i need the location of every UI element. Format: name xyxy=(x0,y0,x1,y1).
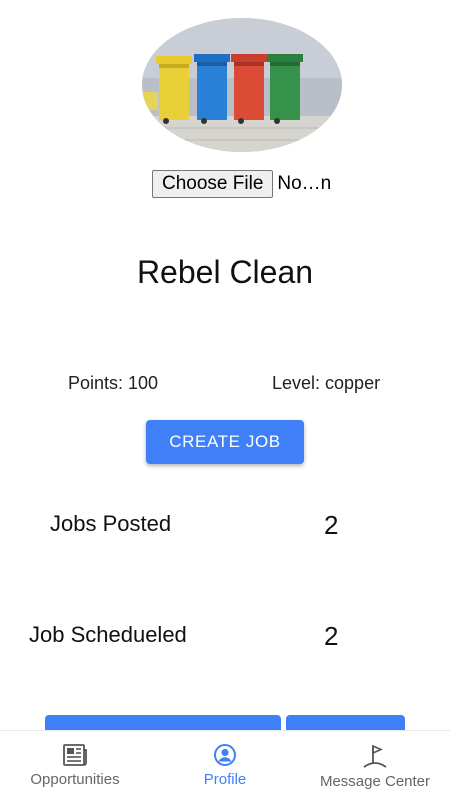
jobs-posted-label: Jobs Posted xyxy=(50,511,172,536)
file-upload: Choose File No…n xyxy=(152,169,331,199)
bottom-navigation: Opportunities Profile Message Center xyxy=(0,730,450,801)
create-job-button[interactable]: CREATE JOB xyxy=(146,420,304,464)
nav-opportunities[interactable]: Opportunities xyxy=(0,731,150,801)
profile-name: Rebel Clean xyxy=(136,254,314,290)
nav-message-center[interactable]: Message Center xyxy=(300,731,450,801)
profile-image xyxy=(142,18,342,152)
level-text: Level: copper xyxy=(272,373,381,393)
jobs-scheduled-label: Job Schedueled xyxy=(29,622,187,647)
choose-file-button[interactable]: Choose File xyxy=(152,170,274,198)
nav-label-profile: Profile xyxy=(203,771,247,788)
nav-profile[interactable]: Profile xyxy=(150,731,300,801)
account-circle-icon xyxy=(214,744,236,766)
newspaper-icon xyxy=(63,744,87,766)
points-text: Points: 100 xyxy=(68,373,159,393)
nav-label-message-center: Message Center xyxy=(319,773,431,790)
file-name-text: No…n xyxy=(277,173,332,194)
nav-label-opportunities: Opportunities xyxy=(30,771,120,788)
jobs-posted-count: 2 xyxy=(324,510,339,540)
flag-icon xyxy=(363,744,387,768)
jobs-scheduled-count: 2 xyxy=(324,621,339,651)
